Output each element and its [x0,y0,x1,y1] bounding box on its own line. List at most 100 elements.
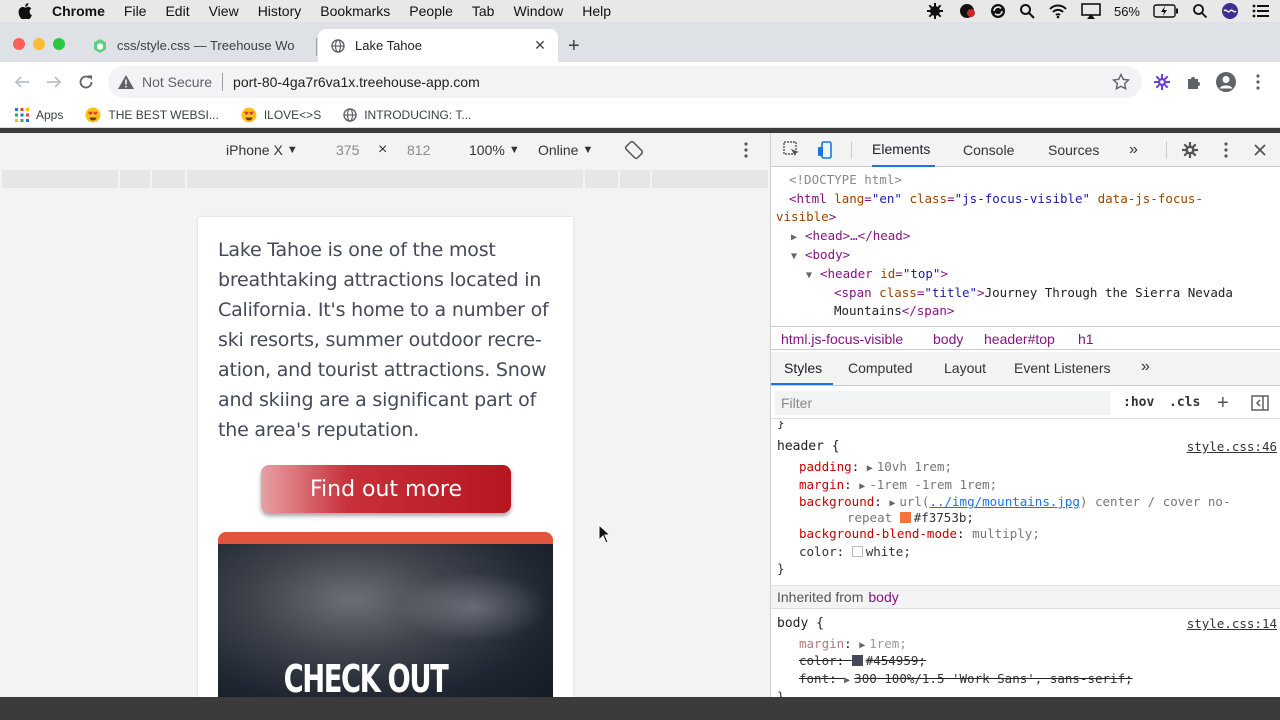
siri-icon[interactable] [1221,2,1239,20]
reload-icon[interactable] [76,72,96,92]
dom-html-node[interactable]: <html lang="en" class="js-focus-visible"… [789,190,1203,209]
tab-sources[interactable]: Sources [1048,133,1099,167]
collapse-triangle-icon[interactable]: ▼ [806,267,820,286]
menu-view[interactable]: View [209,3,239,19]
devtools-kebab-icon[interactable] [1217,141,1235,159]
not-secure-label[interactable]: Not Secure [142,74,212,90]
image-url-link[interactable]: ../img/mountains.jpg [929,494,1080,509]
expand-triangle-icon[interactable]: ▶ [791,229,805,248]
search-icon[interactable] [1192,3,1208,19]
decl-padding[interactable]: padding: ▶ 10vh 1rem; [799,459,952,474]
crumb-h1[interactable]: h1 [1078,331,1094,347]
device-width-input[interactable]: 375 [336,142,359,158]
menu-tab[interactable]: Tab [472,3,495,19]
address-bar[interactable]: Not Secure port-80-4ga7r6va1x.treehouse-… [108,66,1142,98]
new-tab-plus-icon[interactable]: + [568,36,580,56]
spotlight-alfred-icon[interactable] [1019,3,1035,19]
device-toggle-icon[interactable] [817,141,835,159]
device-height-input[interactable]: 812 [407,142,430,158]
warning-triangle-icon[interactable] [118,75,134,89]
back-arrow-icon[interactable] [12,72,32,92]
collapse-triangle-icon[interactable]: ▼ [791,248,805,267]
crumb-html[interactable]: html.js-focus-visible [781,331,903,347]
inherited-from-link[interactable]: body [868,589,898,605]
decl-background[interactable]: background: ▶ url(../img/mountains.jpg) c… [799,494,1230,509]
crumb-header[interactable]: header#top [984,331,1055,347]
rotate-icon[interactable] [624,140,644,163]
close-tab-icon[interactable]: ✕ [532,37,548,54]
dom-head-node[interactable]: ▶ <head>…</head> [791,227,910,248]
window-minimize-button[interactable] [33,38,45,50]
find-out-more-button[interactable]: Find out more [261,465,511,513]
device-select[interactable]: iPhone X ▼ [226,142,298,158]
dom-span-node[interactable]: <span class="title">Journey Through the … [834,284,1233,303]
expand-triangle-icon[interactable]: ▶ [844,675,854,686]
dom-doctype[interactable]: <!DOCTYPE html> [789,171,902,190]
styles-filter-input[interactable]: Filter [775,391,1110,415]
bookmark-best-websi[interactable]: THE BEST WEBSI... [85,107,219,123]
menu-file[interactable]: File [124,3,147,19]
decl-body-font-overridden[interactable]: font: ▶ 300 100%/1.5 'Work Sans', sans-se… [799,671,1133,686]
toggle-sidebar-icon[interactable] [1251,395,1269,414]
rule-header-source-link[interactable]: style.css:46 [1187,439,1277,454]
decl-body-margin[interactable]: margin: ▶ 1rem; [799,636,907,651]
more-tabs-chevron-icon[interactable]: » [1129,133,1138,167]
bookmark-ilove[interactable]: ILOVE<>S [241,107,321,123]
color-swatch[interactable] [851,546,863,557]
window-close-button[interactable] [13,38,25,50]
menu-app-name[interactable]: Chrome [52,3,105,19]
more-subtabs-chevron-icon[interactable]: » [1141,358,1150,376]
tab-style-css[interactable]: css/style.css — Treehouse Wo [80,29,316,62]
menu-window[interactable]: Window [513,3,563,19]
tab-lake-tahoe[interactable]: Lake Tahoe ✕ [318,29,558,62]
decl-body-color-overridden[interactable]: color: #454959; [799,653,926,668]
device-more-kebab-icon[interactable] [744,142,748,161]
extension-gear-purple-icon[interactable] [1152,72,1172,92]
decl-blend-mode[interactable]: background-blend-mode: multiply; [799,526,1040,541]
url-text[interactable]: port-80-4ga7r6va1x.treehouse-app.com [233,74,480,90]
battery-icon[interactable] [1153,4,1179,18]
cls-toggle[interactable]: .cls [1169,395,1200,410]
menu-help[interactable]: Help [582,3,611,19]
chrome-menu-kebab-icon[interactable] [1248,72,1268,92]
creative-cloud-icon[interactable] [957,3,977,19]
airplay-icon[interactable] [1081,3,1101,19]
expand-triangle-icon[interactable]: ▶ [867,463,877,474]
decl-color[interactable]: color: white; [799,544,911,559]
decl-margin[interactable]: margin: ▶ -1rem -1rem 1rem; [799,477,997,492]
dom-body-node[interactable]: ▼ <body> [791,246,850,267]
subtab-event-listeners[interactable]: Event Listeners [1014,360,1111,376]
new-style-rule-plus-icon[interactable]: + [1217,392,1229,415]
profile-avatar-icon[interactable] [1215,71,1237,93]
expand-triangle-icon[interactable]: ▶ [889,498,899,509]
bookmark-introducing[interactable]: INTRODUCING: T... [343,108,471,122]
close-devtools-icon[interactable] [1251,141,1269,159]
menu-history[interactable]: History [258,3,302,19]
menu-people[interactable]: People [409,3,453,19]
sync-icon[interactable] [990,3,1006,19]
menu-edit[interactable]: Edit [165,3,189,19]
crumb-body[interactable]: body [933,331,963,347]
rule-body-source-link[interactable]: style.css:14 [1187,616,1277,631]
extensions-puzzle-icon[interactable] [1184,72,1204,92]
rule-body-selector[interactable]: body { [777,616,824,631]
settings-gear-icon[interactable] [1181,141,1199,159]
dom-header-node[interactable]: ▼ <header id="top"> [806,265,948,286]
tab-console[interactable]: Console [963,133,1014,167]
gear-status-icon[interactable] [926,2,944,20]
rule-header-selector[interactable]: header { [777,439,840,454]
expand-triangle-icon[interactable]: ▶ [859,640,869,651]
subtab-layout[interactable]: Layout [944,360,986,376]
expand-triangle-icon[interactable]: ▶ [859,481,869,492]
bookmark-apps[interactable]: Apps [15,107,63,122]
inspect-element-icon[interactable] [783,141,801,159]
control-center-list-icon[interactable] [1252,4,1270,18]
menu-bookmarks[interactable]: Bookmarks [320,3,390,19]
tab-elements[interactable]: Elements [872,133,935,167]
subtab-computed[interactable]: Computed [848,360,913,376]
color-swatch[interactable] [899,512,911,523]
wifi-icon[interactable] [1048,3,1068,19]
bookmark-star-icon[interactable] [1111,72,1131,94]
media-query-ruler[interactable] [2,170,768,188]
zoom-select[interactable]: 100% ▼ [469,142,520,158]
